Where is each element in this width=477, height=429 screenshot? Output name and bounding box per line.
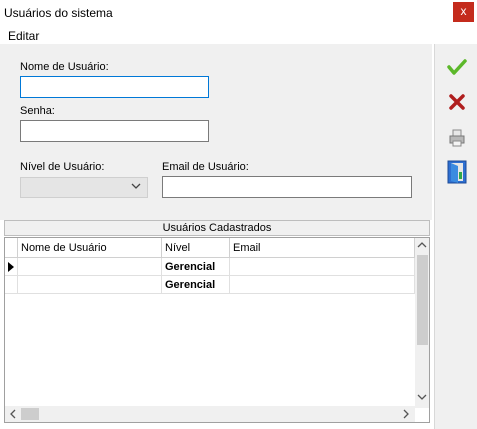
scroll-up-icon[interactable] [415, 241, 429, 252]
table-cell-email[interactable] [230, 276, 415, 294]
printer-icon [449, 129, 465, 147]
username-label: Nome de Usuário: [20, 61, 109, 73]
menu-item-editar[interactable]: Editar [8, 29, 39, 43]
x-icon [449, 94, 465, 110]
row-indicator [5, 258, 18, 276]
row-indicator [5, 276, 18, 294]
form-panel: Nome de Usuário: Senha: Nível de Usuário… [0, 44, 432, 220]
table-cell-name[interactable] [18, 258, 162, 276]
email-label: Email de Usuário: [162, 161, 249, 173]
exit-door-icon [447, 160, 467, 184]
chevron-down-icon [131, 181, 141, 194]
column-header-level[interactable]: Nível [162, 238, 230, 258]
scroll-right-icon[interactable] [399, 409, 413, 422]
password-field[interactable] [20, 120, 209, 142]
column-header-email[interactable]: Email [230, 238, 415, 258]
current-row-arrow-icon [8, 262, 14, 272]
window-title: Usuários do sistema [4, 6, 113, 20]
vertical-scroll-thumb[interactable] [417, 255, 428, 345]
table-cell-name[interactable] [18, 276, 162, 294]
horizontal-scroll-thumb[interactable] [21, 408, 39, 420]
title-bar: Usuários do sistema x [0, 0, 477, 26]
print-button[interactable] [446, 127, 468, 149]
column-header-name[interactable]: Nome de Usuário [18, 238, 162, 258]
horizontal-scrollbar[interactable] [5, 406, 415, 422]
users-grid[interactable]: Nome de Usuário Nível Email Gerencial Ge… [4, 237, 430, 423]
close-button[interactable]: x [453, 2, 474, 22]
confirm-button[interactable] [446, 56, 468, 78]
table-cell-level[interactable]: Gerencial [162, 276, 230, 294]
side-toolbar [434, 44, 477, 429]
username-field[interactable] [20, 76, 209, 98]
table-cell-level[interactable]: Gerencial [162, 258, 230, 276]
level-label: Nível de Usuário: [20, 161, 105, 173]
password-label: Senha: [20, 105, 55, 117]
vertical-scrollbar[interactable] [415, 238, 429, 408]
exit-button[interactable] [446, 160, 468, 184]
checkmark-icon [447, 59, 467, 75]
close-icon: x [460, 4, 467, 18]
cancel-button[interactable] [446, 91, 468, 113]
level-select[interactable] [20, 177, 148, 198]
scroll-down-icon[interactable] [415, 393, 429, 404]
menu-bar: Editar [0, 26, 434, 44]
email-field[interactable] [162, 176, 412, 198]
table-cell-email[interactable] [230, 258, 415, 276]
scroll-left-icon[interactable] [6, 409, 20, 422]
row-indicator-header [5, 238, 18, 258]
grid-caption: Usuários Cadastrados [4, 220, 430, 236]
